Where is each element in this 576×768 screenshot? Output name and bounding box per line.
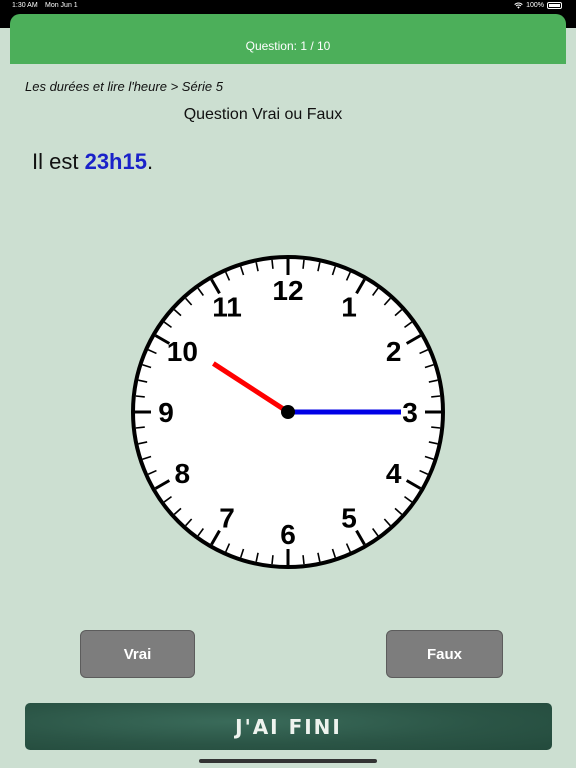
breadcrumb: Les durées et lire l'heure > Série 5: [25, 79, 223, 94]
false-button[interactable]: Faux: [386, 630, 503, 678]
statement-suffix: .: [146, 149, 154, 174]
status-bar: 1:30 AM Mon Jun 1 100%: [0, 0, 576, 14]
question-counter: Question: 1 / 10: [245, 39, 331, 53]
status-date: Mon Jun 1: [45, 2, 78, 9]
clock-minute-tick: [135, 426, 145, 429]
header-panel-top: [10, 14, 566, 28]
true-button[interactable]: Vrai: [80, 630, 195, 678]
clock-number: 9: [158, 397, 174, 428]
statement-prefix: Il est: [32, 149, 85, 174]
clock-number: 11: [212, 291, 242, 322]
clock-number: 8: [175, 458, 191, 489]
analog-clock: 121234567891011: [131, 255, 445, 569]
battery-icon: [547, 2, 562, 9]
wifi-icon: [514, 2, 523, 9]
question-statement: Il est 23h15.: [32, 149, 153, 175]
clock-number: 12: [272, 275, 303, 306]
clock-number: 2: [386, 336, 402, 367]
clock-number: 5: [341, 503, 357, 534]
clock-number: 10: [167, 336, 198, 367]
clock-number: 7: [219, 503, 235, 534]
top-strip: [0, 14, 576, 28]
clock-minute-tick: [271, 555, 274, 565]
clock-minute-tick: [135, 395, 145, 398]
clock-minute-tick: [271, 259, 274, 269]
question-type-title: Question Vrai ou Faux: [183, 106, 343, 123]
clock-number: 4: [386, 458, 402, 489]
clock-minute-tick: [302, 555, 305, 565]
clock-center-pin: [281, 405, 295, 419]
clock-number: 3: [402, 397, 418, 428]
clock-minute-tick: [431, 395, 441, 398]
clock-number: 6: [280, 519, 296, 550]
finish-button[interactable]: J'AI FINI: [25, 703, 552, 750]
status-right: 100%: [514, 2, 562, 9]
battery-percent: 100%: [526, 2, 544, 9]
clock-number: 1: [341, 291, 357, 322]
statement-time-value: 23h15: [84, 149, 147, 174]
clock-minute-tick: [302, 259, 305, 269]
status-time: 1:30 AM: [12, 2, 38, 9]
header-bar: Question: 1 / 10: [10, 28, 566, 64]
home-indicator: [199, 759, 377, 763]
clock-minute-tick: [431, 426, 441, 429]
